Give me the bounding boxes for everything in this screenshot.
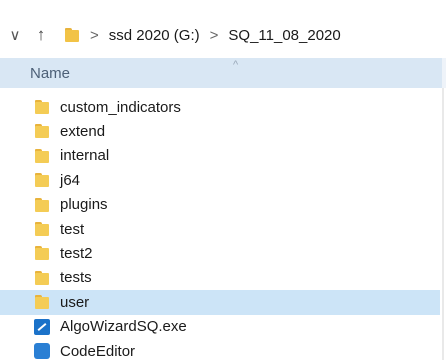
file-row[interactable]: AlgoWizardSQ.exe	[0, 315, 440, 339]
file-name: extend	[60, 123, 106, 141]
sort-ascending-icon: ^	[233, 59, 239, 71]
column-divider-line	[442, 88, 444, 360]
folder-icon	[34, 172, 50, 188]
file-row[interactable]: extend	[0, 119, 440, 143]
file-row[interactable]: custom_indicators	[0, 95, 440, 119]
file-row[interactable]: tests	[0, 266, 440, 290]
breadcrumb-drive[interactable]: ssd 2020 (G:)	[109, 27, 200, 44]
folder-icon	[34, 294, 50, 310]
exe-file-icon	[34, 318, 50, 335]
column-header-name[interactable]: Name ^	[0, 58, 442, 88]
file-row[interactable]: CodeEditor	[0, 339, 440, 363]
folder-icon	[64, 27, 80, 43]
breadcrumb-separator: >	[90, 26, 99, 44]
app-icon	[34, 342, 50, 359]
folder-icon	[34, 197, 50, 213]
file-name: user	[60, 293, 90, 311]
breadcrumb-folder[interactable]: SQ_11_08_2020	[228, 27, 340, 44]
file-name: CodeEditor	[60, 342, 136, 360]
file-row[interactable]: user	[0, 290, 440, 315]
breadcrumb-separator: >	[209, 26, 219, 44]
address-bar: ∨ ↑ > ssd 2020 (G:) > SQ_11_08_2020	[0, 16, 446, 54]
file-row[interactable]: test2	[0, 241, 440, 265]
file-row[interactable]: test	[0, 217, 440, 241]
file-row[interactable]: j64	[0, 168, 440, 192]
file-list: custom_indicatorsextend internal j64 plugin…	[0, 95, 440, 363]
folder-icon	[34, 221, 50, 237]
chevron-down-icon[interactable]: ∨	[6, 24, 24, 46]
column-divider[interactable]	[442, 58, 446, 88]
file-row[interactable]: plugins	[0, 193, 440, 217]
file-name: test2	[60, 245, 93, 263]
file-name: j64	[60, 171, 81, 189]
folder-icon	[34, 245, 50, 261]
folder-icon	[34, 148, 50, 164]
file-name: plugins	[60, 196, 108, 214]
folder-icon	[34, 123, 50, 139]
file-name: custom_indicators	[60, 98, 181, 116]
folder-icon	[34, 270, 50, 286]
file-name: tests	[60, 269, 92, 287]
folder-icon	[34, 99, 50, 115]
column-header-label: Name	[30, 64, 71, 82]
file-row[interactable]: internal	[0, 144, 440, 168]
arrow-up-icon[interactable]: ↑	[32, 24, 50, 46]
file-name: internal	[60, 147, 110, 165]
file-name: AlgoWizardSQ.exe	[60, 318, 187, 336]
file-name: test	[60, 220, 85, 238]
